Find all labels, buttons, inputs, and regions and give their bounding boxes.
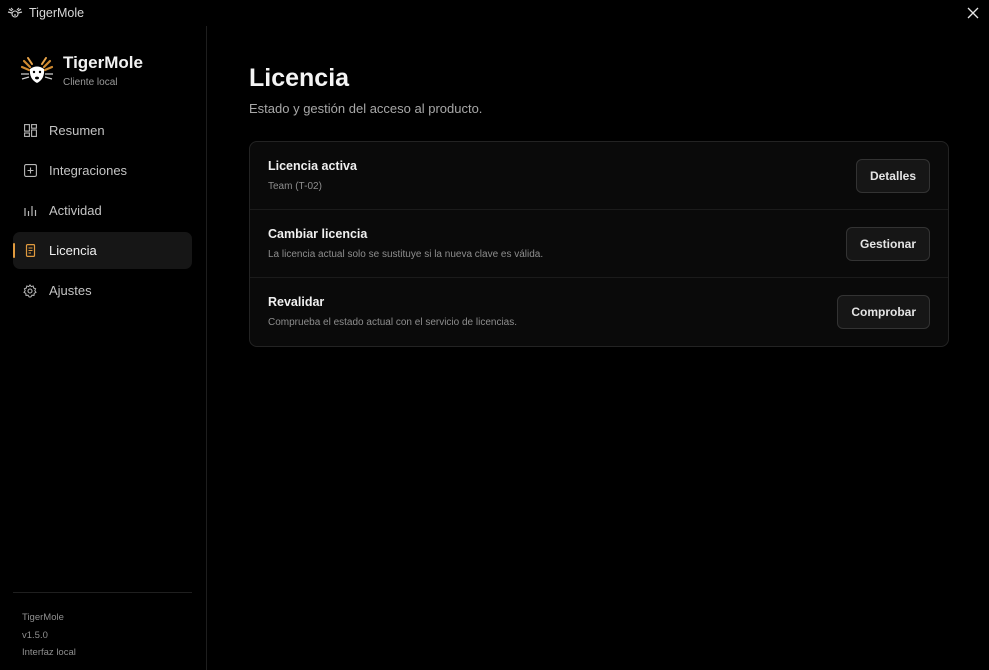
sidebar-item-integraciones[interactable]: Integraciones <box>13 152 192 189</box>
title-bar: TigerMole <box>0 0 989 26</box>
sidebar: TigerMole Cliente local Resumen Integrac… <box>0 26 207 670</box>
close-icon <box>967 7 979 19</box>
brand-name: TigerMole <box>63 53 143 72</box>
row-description: Comprueba el estado actual con el servic… <box>268 317 518 328</box>
row-title: Cambiar licencia <box>268 227 368 241</box>
row-title: Licencia activa <box>268 159 357 173</box>
license-row-revalidate: Revalidar Comprueba el estado actual con… <box>250 278 948 346</box>
footer-app-name: TigerMole <box>22 612 64 623</box>
sidebar-nav: Resumen Integraciones Actividad Licencia… <box>13 112 192 312</box>
check-button[interactable]: Comprobar <box>837 295 930 329</box>
license-icon <box>23 244 37 258</box>
page-subtitle: Estado y gestión del acceso al producto. <box>249 101 483 116</box>
page-title: Licencia <box>249 64 350 92</box>
footer-version: v1.5.0 <box>22 629 48 641</box>
manage-button[interactable]: Gestionar <box>845 227 930 261</box>
license-row-change: Cambiar licencia La licencia actual solo… <box>250 210 948 278</box>
tiger-mole-icon <box>7 7 23 18</box>
row-description: La licencia actual solo se sustituye si … <box>268 249 544 260</box>
bar-chart-icon <box>23 204 37 218</box>
details-button[interactable]: Detalles <box>855 159 930 193</box>
sidebar-item-label: Ajustes <box>49 283 92 298</box>
sidebar-item-resumen[interactable]: Resumen <box>13 112 192 149</box>
license-card: Licencia activa Team (T-02) Detalles Cam… <box>249 141 949 347</box>
license-row-active: Licencia activa Team (T-02) Detalles <box>250 142 948 210</box>
sidebar-divider <box>13 592 192 593</box>
window-title: TigerMole <box>29 6 85 20</box>
sidebar-footer: TigerMole v1.5.0 Interfaz local <box>22 609 76 662</box>
footer-mode: Interfaz local <box>22 647 76 658</box>
row-title: Revalidar <box>268 295 325 309</box>
gear-icon <box>23 283 37 298</box>
plus-square-icon <box>23 164 37 178</box>
brand-subtitle: Cliente local <box>63 77 118 88</box>
sidebar-item-licencia[interactable]: Licencia <box>13 232 192 269</box>
tiger-mole-logo <box>20 57 54 83</box>
sidebar-item-actividad[interactable]: Actividad <box>13 192 192 229</box>
dashboard-icon <box>23 124 37 138</box>
close-button[interactable] <box>963 3 983 23</box>
sidebar-item-label: Licencia <box>49 243 97 258</box>
sidebar-item-ajustes[interactable]: Ajustes <box>13 272 192 309</box>
sidebar-item-label: Integraciones <box>49 163 128 178</box>
brand: TigerMole Cliente local <box>20 53 143 89</box>
row-description: Team (T-02) <box>268 181 322 192</box>
sidebar-item-label: Resumen <box>49 123 105 138</box>
sidebar-item-label: Actividad <box>49 203 102 218</box>
